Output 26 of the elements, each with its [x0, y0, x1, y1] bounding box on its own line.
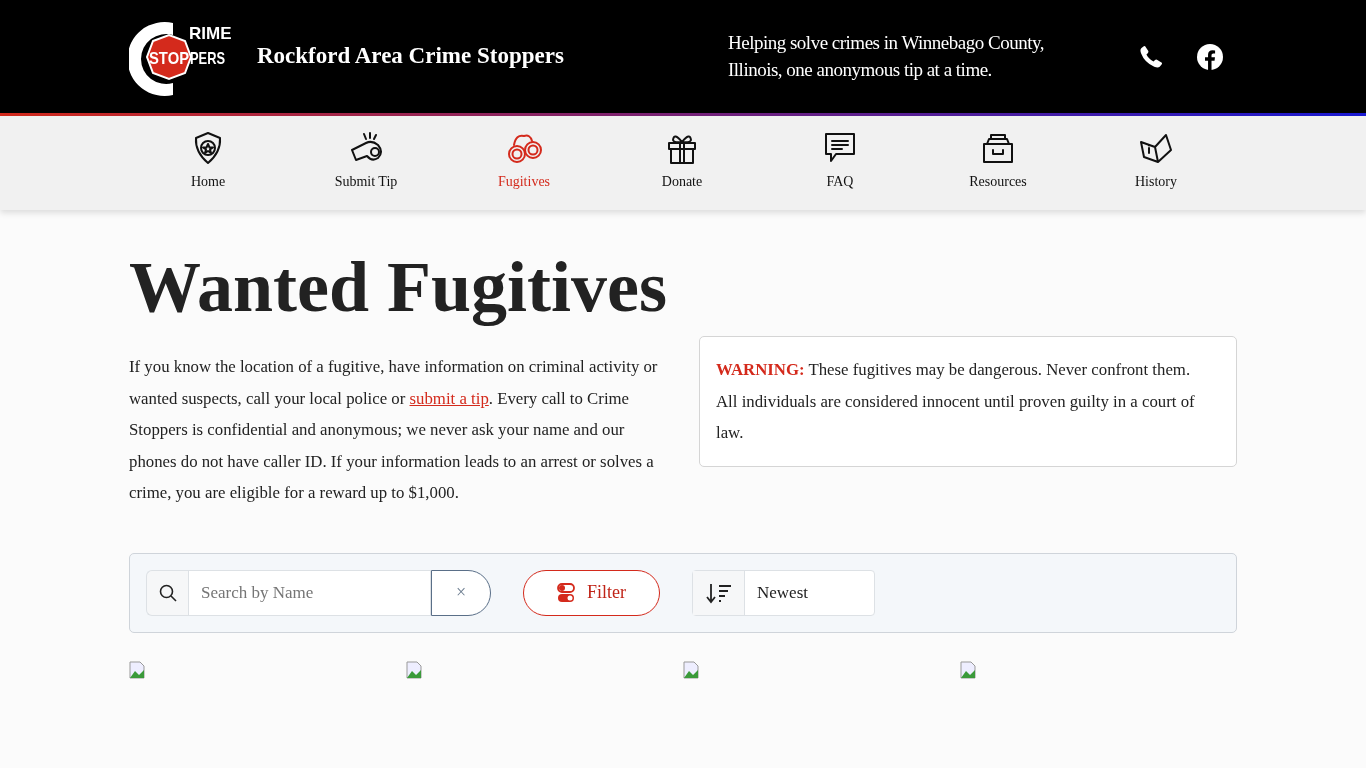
- submit-tip-link[interactable]: submit a tip: [409, 388, 489, 408]
- search-field[interactable]: Search by Name: [188, 569, 431, 616]
- filter-button[interactable]: Filter: [523, 569, 660, 616]
- nav-tab[interactable]: Submit Tip: [287, 116, 445, 192]
- nav-tab[interactable]: Resources: [919, 116, 1077, 192]
- nav-tab[interactable]: FAQ: [761, 116, 919, 192]
- nav-tab[interactable]: Fugitives: [445, 116, 603, 192]
- nav-tab[interactable]: History: [1077, 116, 1235, 192]
- nav-tab[interactable]: Donate: [603, 116, 761, 192]
- site-title[interactable]: Rockford Area Crime Stoppers: [257, 39, 564, 74]
- clear-button[interactable]: ×: [431, 569, 491, 616]
- page-title: Wanted Fugitives: [129, 248, 669, 328]
- search-icon: [158, 583, 177, 602]
- nav-tab[interactable]: Home: [129, 116, 287, 192]
- warning-text: WARNING: These fugitives may be dangerous. Never confront them. All individuals are considered innocent until proven guilty in a court of law.: [699, 336, 1237, 467]
- sort-icon: [705, 581, 732, 604]
- broken-image-icon: [683, 661, 701, 679]
- tagline: Helping solve crimes in Winnebago County, Illinois, one anonymous tip at a time.: [728, 30, 1045, 82]
- phone-icon[interactable]: [1138, 43, 1164, 70]
- broken-image-icon: [129, 661, 147, 679]
- facebook-icon[interactable]: [1197, 43, 1223, 70]
- toggle-icon: [557, 582, 575, 603]
- broken-image-icon: [406, 661, 424, 679]
- broken-image-icon: [960, 661, 978, 679]
- intro-paragraph: If you know the location of a fugitive, have information on criminal activity or wanted suspects, call your local police or submit a tip. Every call to Crime Stoppers is confidential and anonymous; we never ask your name and our phones do not have caller ID. If your information leads to an arrest or solves a crime, you are eligible for a reward up to $1,000.: [129, 356, 659, 505]
- logo[interactable]: RIME STOPPERS: [129, 20, 233, 97]
